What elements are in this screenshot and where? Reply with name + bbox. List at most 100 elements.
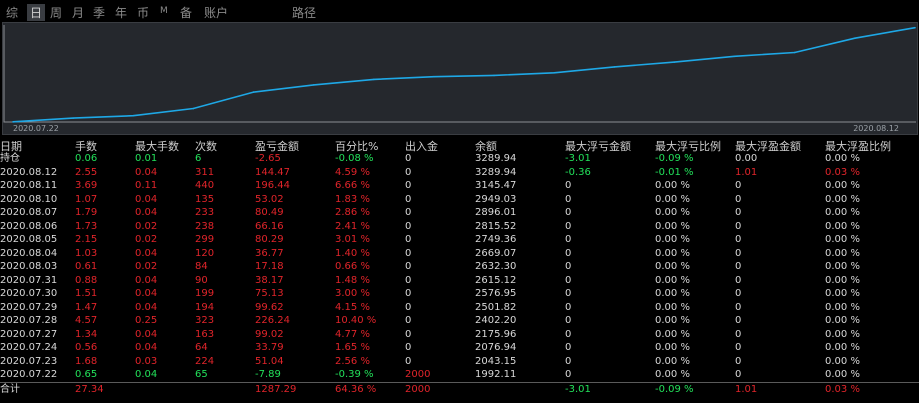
cell-max-float-loss-pct: 0.00 % [655,207,690,218]
cell-max-float-loss-pct: 0.00 % [655,301,690,313]
cell-percent: 0.66 % [335,261,370,272]
cell-max-float-loss-pct: 0.00 % [655,274,690,286]
cell-pnl: 36.77 [255,247,284,259]
table-row[interactable]: 2020.08.05 2.15 0.02 299 80.29 3.01 % 0 2749.36… [0,233,919,247]
cell-lots: 0.65 [75,369,98,380]
cell-percent: 2.86 % [335,207,370,218]
cell-max-float-loss-pct: 0.00 % [655,288,690,299]
cell-balance: 2615.12 [475,274,517,286]
table-row[interactable]: 2020.07.28 4.57 0.25 323 226.24 10.40 % 0 2402.… [0,314,919,328]
cell-max-float-loss-pct: 0.00 % [655,220,690,232]
cell-max-float-loss: -3.01 [565,383,591,395]
cell-pnl: 1287.29 [255,383,297,395]
cell-pnl: 17.18 [255,261,284,272]
cell-max-float-loss-pct: 0.00 % [655,369,690,380]
tab-daily[interactable]: 日 [27,4,46,21]
cell-deposit: 0 [405,342,412,353]
cell-deposit: 0 [405,153,412,164]
cell-max-lots: 0.01 [135,153,158,164]
table-row[interactable]: 2020.07.27 1.34 0.04 163 99.02 4.77 % 0 2175.96… [0,328,919,342]
balance-point [373,78,375,81]
cell-balance: 1992.11 [475,369,517,380]
cell-max-float-loss-pct: 0.00 % [655,180,690,191]
cell-balance: 2576.95 [475,288,517,299]
cell-lots: 3.69 [75,180,98,191]
cell-count: 238 [195,220,215,232]
tab-overview[interactable]: 综 [6,4,18,21]
cell-lots: 4.57 [75,315,98,326]
table-body: 持仓 0.06 0.01 6 -2.65 -0.08 % 0 3289.94 -3.01 -0.0… [0,152,919,397]
cell-date: 2020.07.24 [0,342,58,353]
tab-yearly[interactable]: 年 [115,4,127,21]
table-row[interactable]: 2020.07.29 1.47 0.04 194 99.62 4.15 % 0 2501.82… [0,301,919,315]
tab-currency[interactable]: 币 [137,4,149,21]
balance-point [252,91,255,93]
cell-max-lots: 0.04 [135,288,158,299]
balance-point [493,74,495,77]
cell-percent: 6.66 % [335,180,370,191]
tab-account[interactable]: 账户 [204,4,228,21]
tab-monthly[interactable]: 月 [72,4,84,21]
cell-max-float-loss: 0 [565,328,572,340]
cell-deposit: 0 [405,193,412,205]
table-row[interactable]: 2020.08.03 0.61 0.02 84 17.18 0.66 % 0 2632.30 0… [0,260,919,274]
cell-date: 2020.08.07 [0,207,58,218]
balance-point [72,117,74,119]
cell-date: 2020.08.06 [0,220,58,232]
tab-path[interactable]: 路径 [292,4,316,21]
cell-max-float-profit: 0 [735,355,742,367]
table-row[interactable]: 2020.08.04 1.03 0.04 120 36.77 1.40 % 0 2669.07… [0,247,919,261]
balance-point [673,61,676,63]
table-row[interactable]: 2020.07.23 1.68 0.03 224 51.04 2.56 % 0 2043.15… [0,355,919,369]
table-row[interactable]: 2020.07.24 0.56 0.04 64 33.79 1.65 % 0 2076.94 0… [0,341,919,355]
cell-max-float-profit: 1.01 [735,166,758,178]
table-row[interactable]: 2020.08.10 1.07 0.04 135 53.02 1.83 % 0 2949.03… [0,193,919,207]
cell-max-float-loss-pct: 0.00 % [655,355,690,367]
cell-pnl: 144.47 [255,166,290,178]
cell-max-float-loss-pct: 0.00 % [655,315,690,326]
cell-percent: 3.01 % [335,234,370,245]
cell-max-lots: 0.04 [135,166,158,178]
cell-pnl: 66.16 [255,220,284,232]
cell-pnl: -2.65 [255,153,281,164]
table-row[interactable]: 2020.08.11 3.69 0.11 440 196.44 6.66 % 0 3145.4… [0,179,919,193]
table-row[interactable]: 2020.07.31 0.88 0.04 90 38.17 1.48 % 0 2615.12 0… [0,274,919,288]
cell-deposit: 0 [405,355,412,367]
cell-date: 2020.07.27 [0,328,58,340]
cell-percent: 64.36 % [335,383,377,395]
cell-count: 199 [195,288,215,299]
cell-count: 64 [195,342,208,353]
cell-max-lots: 0.04 [135,274,158,286]
cell-lots: 27.34 [75,383,104,395]
cell-count: 233 [195,207,215,218]
cell-max-float-profit-pct: 0.00 % [825,220,860,232]
cell-max-float-loss-pct: 0.00 % [655,234,690,245]
cell-lots: 2.15 [75,234,98,245]
cell-max-float-profit: 0 [735,328,742,340]
cell-date: 2020.08.12 [0,166,58,178]
total-row[interactable]: 合计 27.34 1287.29 64.36 % 2000 -3.01 -0.09 % 1.0… [0,381,919,397]
position-row[interactable]: 持仓 0.06 0.01 6 -2.65 -0.08 % 0 3289.94 -3.01 -0.0… [0,152,919,166]
tab-weekly[interactable]: 周 [50,4,62,21]
tab-quarterly[interactable]: 季 [93,4,105,21]
table-row[interactable]: 2020.07.22 0.65 0.04 65 -7.89 -0.39 % 2000 1992… [0,368,919,382]
tab-notes[interactable]: 备 [180,4,192,21]
tab-m[interactable]: M [160,6,168,16]
table-row[interactable]: 2020.07.30 1.51 0.04 199 75.13 3.00 % 0 2576.95… [0,287,919,301]
cell-percent: 1.83 % [335,193,370,205]
cell-date: 2020.07.29 [0,301,58,313]
table-row[interactable]: 2020.08.12 2.55 0.04 311 144.47 4.59 % 0 3289.9… [0,166,919,180]
cell-percent: 2.41 % [335,220,370,232]
table-row[interactable]: 2020.08.06 1.73 0.02 238 66.16 2.41 % 0 2815.52… [0,220,919,234]
cell-count: 299 [195,234,215,245]
cell-max-float-profit-pct: 0.00 % [825,261,860,272]
x-axis-start-label: 2020.07.22 [13,124,59,133]
cell-max-lots: 0.04 [135,193,158,205]
table-row[interactable]: 2020.08.07 1.79 0.04 233 80.49 2.86 % 0 2896.01… [0,206,919,220]
cell-balance: 2043.15 [475,355,517,367]
cell-percent: 1.48 % [335,274,370,286]
cell-balance: 2669.07 [475,247,517,259]
cell-count: 163 [195,328,215,340]
cell-max-float-profit: 1.01 [735,383,758,395]
cell-lots: 0.88 [75,274,98,286]
